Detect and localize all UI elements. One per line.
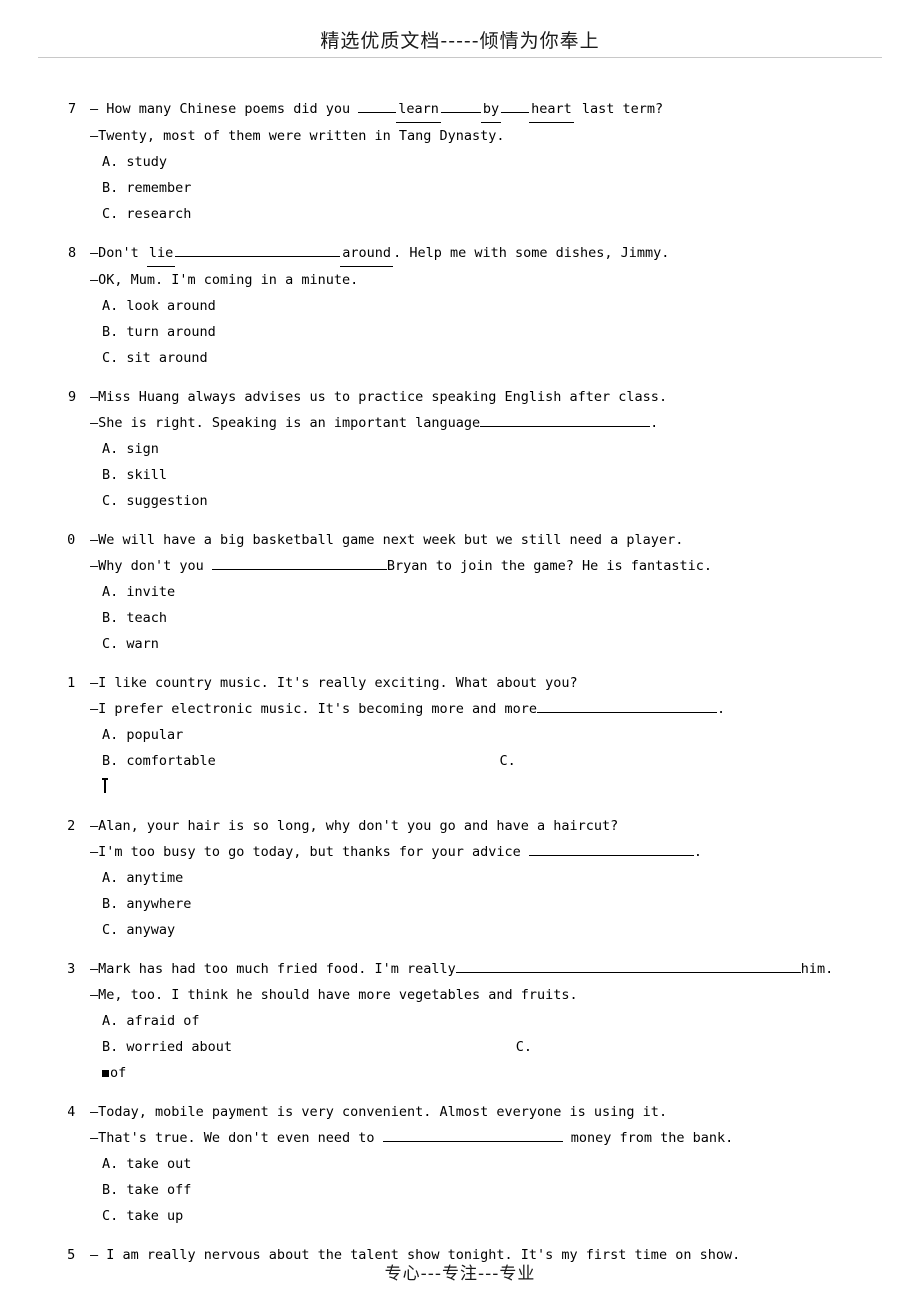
block-glyph: [102, 1069, 109, 1077]
question-7: 7 — How many Chinese poems did you learn b…: [68, 96, 858, 227]
question-11-stem: —I like country music. It's really excit…: [90, 675, 578, 691]
question-7-stem: — How many Chinese poems did you: [90, 101, 359, 117]
question-13-stem-tail: him.: [800, 961, 834, 977]
question-8-underline-1: lie: [146, 240, 176, 267]
question-9-line-2: —She is right. Speaking is an important …: [68, 410, 858, 436]
question-14-line-2: —That's true. We don't even need to mone…: [68, 1125, 858, 1151]
question-12-stem-2-tail: .: [693, 844, 703, 860]
question-14-stem-2-tail: money from the bank.: [562, 1130, 734, 1146]
question-8-line-2: —OK, Mum. I'm coming in a minute.: [90, 272, 359, 288]
question-9-line-1: 9 —Miss Huang always advises us to practi…: [68, 384, 858, 410]
question-13-option-c-word: of: [110, 1065, 127, 1081]
question-14-option-a[interactable]: A. take out: [68, 1151, 858, 1177]
question-9: 9 —Miss Huang always advises us to practi…: [68, 384, 858, 514]
question-7-underline-2: by: [480, 96, 502, 123]
question-9-option-b[interactable]: B. skill: [68, 462, 858, 488]
questions-container: 7 — How many Chinese poems did you learn b…: [68, 96, 858, 1281]
question-8-number: 8: [68, 245, 77, 261]
question-13-line-2: —Me, too. I think he should have more ve…: [90, 987, 578, 1003]
page-header: 精选优质文档-----倾情为你奉上: [0, 0, 920, 58]
question-13-option-a[interactable]: A. afraid of: [68, 1008, 858, 1034]
question-14-option-c[interactable]: C. take up: [68, 1203, 858, 1229]
question-11-option-b[interactable]: B. comfortable C.: [68, 748, 858, 774]
question-9-option-a[interactable]: A. sign: [68, 436, 858, 462]
question-12-stem: —Alan, your hair is so long, why don't y…: [90, 818, 619, 834]
question-7-option-b[interactable]: B. remember: [68, 175, 858, 201]
question-8-option-b[interactable]: B. turn around: [68, 319, 858, 345]
question-9-stem-2-tail: .: [650, 415, 659, 431]
question-10-line-2: —Why don't you Bryan to join the game? H…: [68, 553, 858, 579]
question-14-line-1: 14 —Today, mobile payment is very conveni…: [68, 1099, 858, 1125]
header-divider: [38, 57, 882, 58]
question-10-number: 10: [68, 532, 76, 548]
question-8-option-c[interactable]: C. sit around: [68, 345, 858, 371]
question-10-stem-2-tail: Bryan to join the game? He is fantastic.: [386, 558, 713, 574]
question-10-stem: —We will have a big basketball game next…: [90, 532, 684, 548]
question-8-underline-2: around: [340, 240, 394, 267]
question-13-option-b[interactable]: B. worried about C.: [68, 1034, 858, 1060]
question-11-line-1: 11 —I like country music. It's really exc…: [68, 670, 858, 696]
question-11-number: 11: [68, 675, 76, 691]
question-8: 8 —Don't lie around. Help me with some dis…: [68, 240, 858, 371]
question-13-line-1: 13 —Mark has had too much fried food. I'm…: [68, 956, 858, 982]
question-7-underline-3: heart: [529, 96, 574, 123]
question-10-option-a[interactable]: A. invite: [68, 579, 858, 605]
question-13-stem: —Mark has had too much fried food. I'm r…: [90, 961, 456, 977]
question-7-line-2: —Twenty, most of them were written in Ta…: [90, 128, 505, 144]
question-11: 11 —I like country music. It's really exc…: [68, 670, 858, 800]
question-11-stem-2-tail: .: [717, 701, 726, 717]
question-12-line-1: 12 —Alan, your hair is so long, why don't…: [68, 813, 858, 839]
question-12-number: 12: [68, 818, 76, 834]
question-12: 12 —Alan, your hair is so long, why don't…: [68, 813, 858, 943]
question-8-option-a[interactable]: A. look around: [68, 293, 858, 319]
question-11-option-c-text[interactable]: [68, 774, 858, 800]
question-14-stem-2: —That's true. We don't even need to: [90, 1130, 383, 1146]
question-12-line-2: —I'm too busy to go today, but thanks fo…: [68, 839, 858, 865]
question-12-option-a[interactable]: A. anytime: [68, 865, 858, 891]
question-9-stem: —Miss Huang always advises us to practic…: [90, 389, 668, 405]
question-7-underline-1: learn: [396, 96, 441, 123]
question-13-number: 13: [68, 961, 76, 977]
question-10-stem-2: —Why don't you: [90, 558, 212, 574]
question-7-line-1: 7 — How many Chinese poems did you learn b…: [68, 96, 858, 123]
question-10: 10 —We will have a big basketball game ne…: [68, 527, 858, 657]
question-9-number: 9: [68, 389, 77, 405]
question-8-stem: —Don't: [90, 245, 147, 261]
question-10-line-1: 10 —We will have a big basketball game ne…: [68, 527, 858, 553]
question-7-option-c[interactable]: C. research: [68, 201, 858, 227]
question-9-option-c[interactable]: C. suggestion: [68, 488, 858, 514]
question-10-option-c[interactable]: C. warn: [68, 631, 858, 657]
question-12-stem-2: —I'm too busy to go today, but thanks fo…: [90, 844, 529, 860]
question-14-option-b[interactable]: B. take off: [68, 1177, 858, 1203]
document-page: 精选优质文档-----倾情为你奉上 7 — How many Chinese po…: [0, 0, 920, 1302]
question-14: 14 —Today, mobile payment is very conveni…: [68, 1099, 858, 1229]
question-13-option-c-label: C.: [515, 1039, 533, 1055]
question-11-option-c-label: C.: [499, 753, 516, 769]
footer-title: 专心---专注---专业: [384, 1264, 536, 1284]
question-13-option-b-label: B. worried about: [102, 1039, 233, 1055]
question-13: 13 —Mark has had too much fried food. I'm…: [68, 956, 858, 1086]
question-14-stem: —Today, mobile payment is very convenien…: [90, 1104, 668, 1120]
question-10-option-b[interactable]: B. teach: [68, 605, 858, 631]
question-8-line-1: 8 —Don't lie around. Help me with some dis…: [68, 240, 858, 267]
question-11-option-b-label: B. comfortable: [102, 753, 216, 769]
question-7-stem-tail: last term?: [573, 101, 664, 117]
question-9-stem-2: —She is right. Speaking is an important …: [90, 415, 481, 431]
question-11-line-2: —I prefer electronic music. It's becomin…: [68, 696, 858, 722]
question-11-stem-2: —I prefer electronic music. It's becomin…: [90, 701, 538, 717]
question-7-option-a[interactable]: A. study: [68, 149, 858, 175]
header-title: 精选优质文档-----倾情为你奉上: [320, 30, 600, 52]
question-12-option-c[interactable]: C. anyway: [68, 917, 858, 943]
question-13-option-c-text[interactable]: of: [68, 1060, 858, 1086]
question-7-number: 7: [68, 101, 77, 117]
question-11-option-a[interactable]: A. popular: [68, 722, 858, 748]
question-14-number: 14: [68, 1104, 76, 1120]
question-8-stem-tail: . Help me with some dishes, Jimmy.: [393, 245, 670, 261]
question-12-option-b[interactable]: B. anywhere: [68, 891, 858, 917]
